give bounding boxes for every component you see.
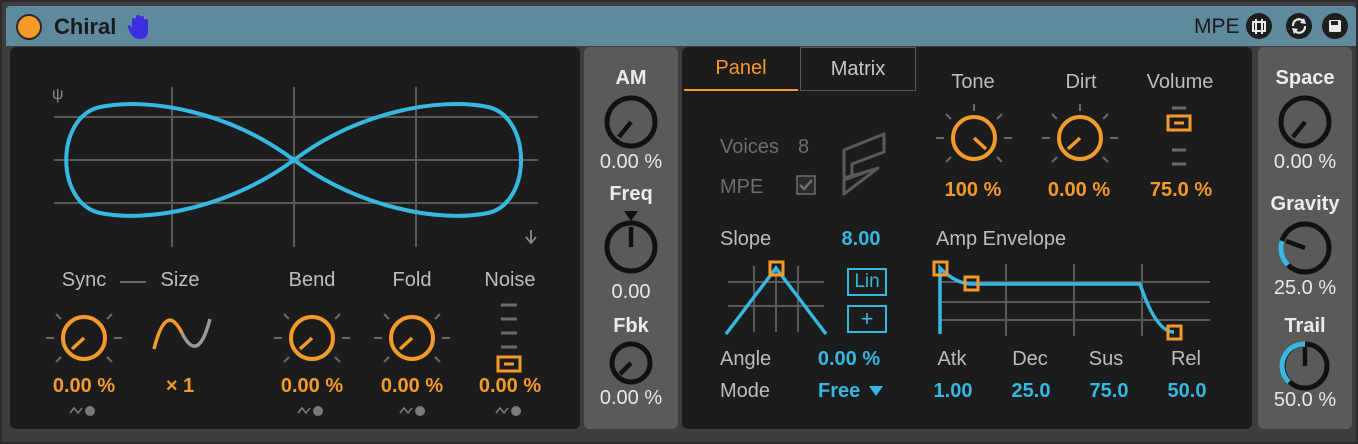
tab-matrix[interactable]: Matrix	[800, 47, 916, 91]
sus-value[interactable]: 75.0	[1076, 380, 1142, 403]
dirt-label: Dirt	[1065, 71, 1097, 93]
sync-size-link	[120, 281, 146, 283]
oscillator-panel: ψ Sync Size Bend Fold Noise 0.00 % × 1 0…	[10, 47, 580, 429]
refresh-button[interactable]	[1286, 13, 1312, 39]
am-label: AM	[615, 67, 647, 89]
tone-label: Tone	[951, 71, 995, 93]
bend-knob[interactable]	[272, 303, 352, 373]
noise-value: 0.00 %	[478, 375, 542, 397]
am-value: 0.00 %	[599, 151, 663, 173]
sync-modulation-icon[interactable]	[68, 405, 98, 417]
angle-value[interactable]: 0.00 %	[808, 348, 890, 371]
mpe-label: MPE	[720, 176, 764, 198]
slope-value[interactable]: 8.00	[822, 228, 900, 251]
mpe-checkbox[interactable]	[796, 175, 816, 195]
map-icon	[1252, 19, 1266, 34]
angle-label: Angle	[720, 348, 772, 370]
atk-label: Atk	[937, 348, 967, 370]
volume-slider[interactable]	[1164, 104, 1194, 170]
save-icon	[1329, 20, 1341, 32]
dec-label: Dec	[1012, 348, 1048, 370]
sus-label: Sus	[1088, 348, 1124, 370]
trail-value: 50.0 %	[1273, 389, 1337, 411]
sync-knob[interactable]	[44, 303, 124, 373]
bend-label: Bend	[288, 269, 336, 291]
fold-value: 0.00 %	[380, 375, 444, 397]
sync-label: Sync	[61, 269, 107, 291]
noise-slider[interactable]	[494, 301, 524, 375]
fold-knob[interactable]	[372, 303, 452, 373]
freq-knob[interactable]	[600, 207, 662, 275]
size-value: × 1	[165, 375, 195, 397]
chiral-logo-icon	[842, 132, 886, 196]
volume-value: 75.0 %	[1149, 179, 1213, 201]
mode-dropdown[interactable]: Free	[818, 380, 860, 403]
add-button[interactable]: +	[847, 305, 887, 333]
tab-panel[interactable]: Panel	[684, 47, 798, 91]
y-axis-glyph: ψ	[52, 86, 63, 103]
atk-value[interactable]: 1.00	[920, 380, 986, 403]
size-waveform-icon[interactable]	[150, 309, 214, 359]
bend-value: 0.00 %	[280, 375, 344, 397]
dirt-value: 0.00 %	[1047, 179, 1111, 201]
gravity-label: Gravity	[1270, 193, 1340, 215]
fbk-value: 0.00 %	[599, 387, 663, 409]
rel-value[interactable]: 50.0	[1154, 380, 1220, 403]
bend-modulation-icon[interactable]	[296, 405, 326, 417]
fbk-knob[interactable]	[606, 339, 656, 385]
device-power-button[interactable]	[16, 14, 42, 40]
mode-label: Mode	[720, 380, 771, 402]
arrow-down-icon	[525, 230, 537, 245]
map-button[interactable]	[1246, 13, 1272, 39]
tone-value: 100 %	[944, 179, 1002, 201]
am-knob[interactable]	[600, 93, 662, 149]
slope-label: Slope	[720, 228, 772, 250]
mpe-indicator: MPE	[1194, 15, 1240, 38]
gravity-value: 25.0 %	[1273, 277, 1337, 299]
device-title-bar: Chiral MPE	[6, 6, 1356, 46]
sync-value: 0.00 %	[52, 375, 116, 397]
voices-value[interactable]: 8	[798, 136, 809, 159]
rel-label: Rel	[1170, 348, 1201, 370]
fbk-label: Fbk	[613, 315, 649, 337]
noise-label: Noise	[484, 269, 536, 291]
lin-button[interactable]: Lin	[847, 268, 887, 296]
trail-knob[interactable]	[1274, 337, 1336, 393]
amp-envelope-label: Amp Envelope	[936, 228, 1067, 250]
gravity-knob[interactable]	[1274, 219, 1336, 275]
save-button[interactable]	[1322, 13, 1348, 39]
slope-display[interactable]	[720, 258, 832, 338]
dirt-knob[interactable]	[1040, 102, 1120, 174]
tone-knob[interactable]	[934, 102, 1014, 174]
volume-label: Volume	[1146, 71, 1214, 93]
device-title: Chiral	[54, 14, 117, 39]
fold-label: Fold	[392, 269, 432, 291]
refresh-icon	[1291, 18, 1307, 34]
size-label: Size	[160, 269, 200, 291]
space-knob[interactable]	[1274, 93, 1336, 149]
space-panel: Space 0.00 % Gravity 25.0 % Trail 50.0 %	[1258, 47, 1352, 429]
freq-value: 0.00	[611, 281, 651, 303]
trail-label: Trail	[1284, 315, 1326, 337]
amp-envelope-display[interactable]	[928, 256, 1214, 342]
noise-modulation-icon[interactable]	[494, 405, 524, 417]
space-label: Space	[1275, 67, 1335, 89]
voices-label: Voices	[720, 136, 779, 158]
modulation-panel: AM 0.00 % Freq 0.00 Fbk 0.00 %	[584, 47, 678, 429]
freq-label: Freq	[609, 183, 653, 205]
hand-icon[interactable]	[126, 13, 152, 41]
fold-modulation-icon[interactable]	[398, 405, 428, 417]
space-value: 0.00 %	[1273, 151, 1337, 173]
chiral-device: Chiral MPE ψ Sync Size Bend Fold Noise 0…	[0, 0, 1358, 444]
chevron-down-icon[interactable]	[868, 385, 884, 397]
dec-value[interactable]: 25.0	[998, 380, 1064, 403]
